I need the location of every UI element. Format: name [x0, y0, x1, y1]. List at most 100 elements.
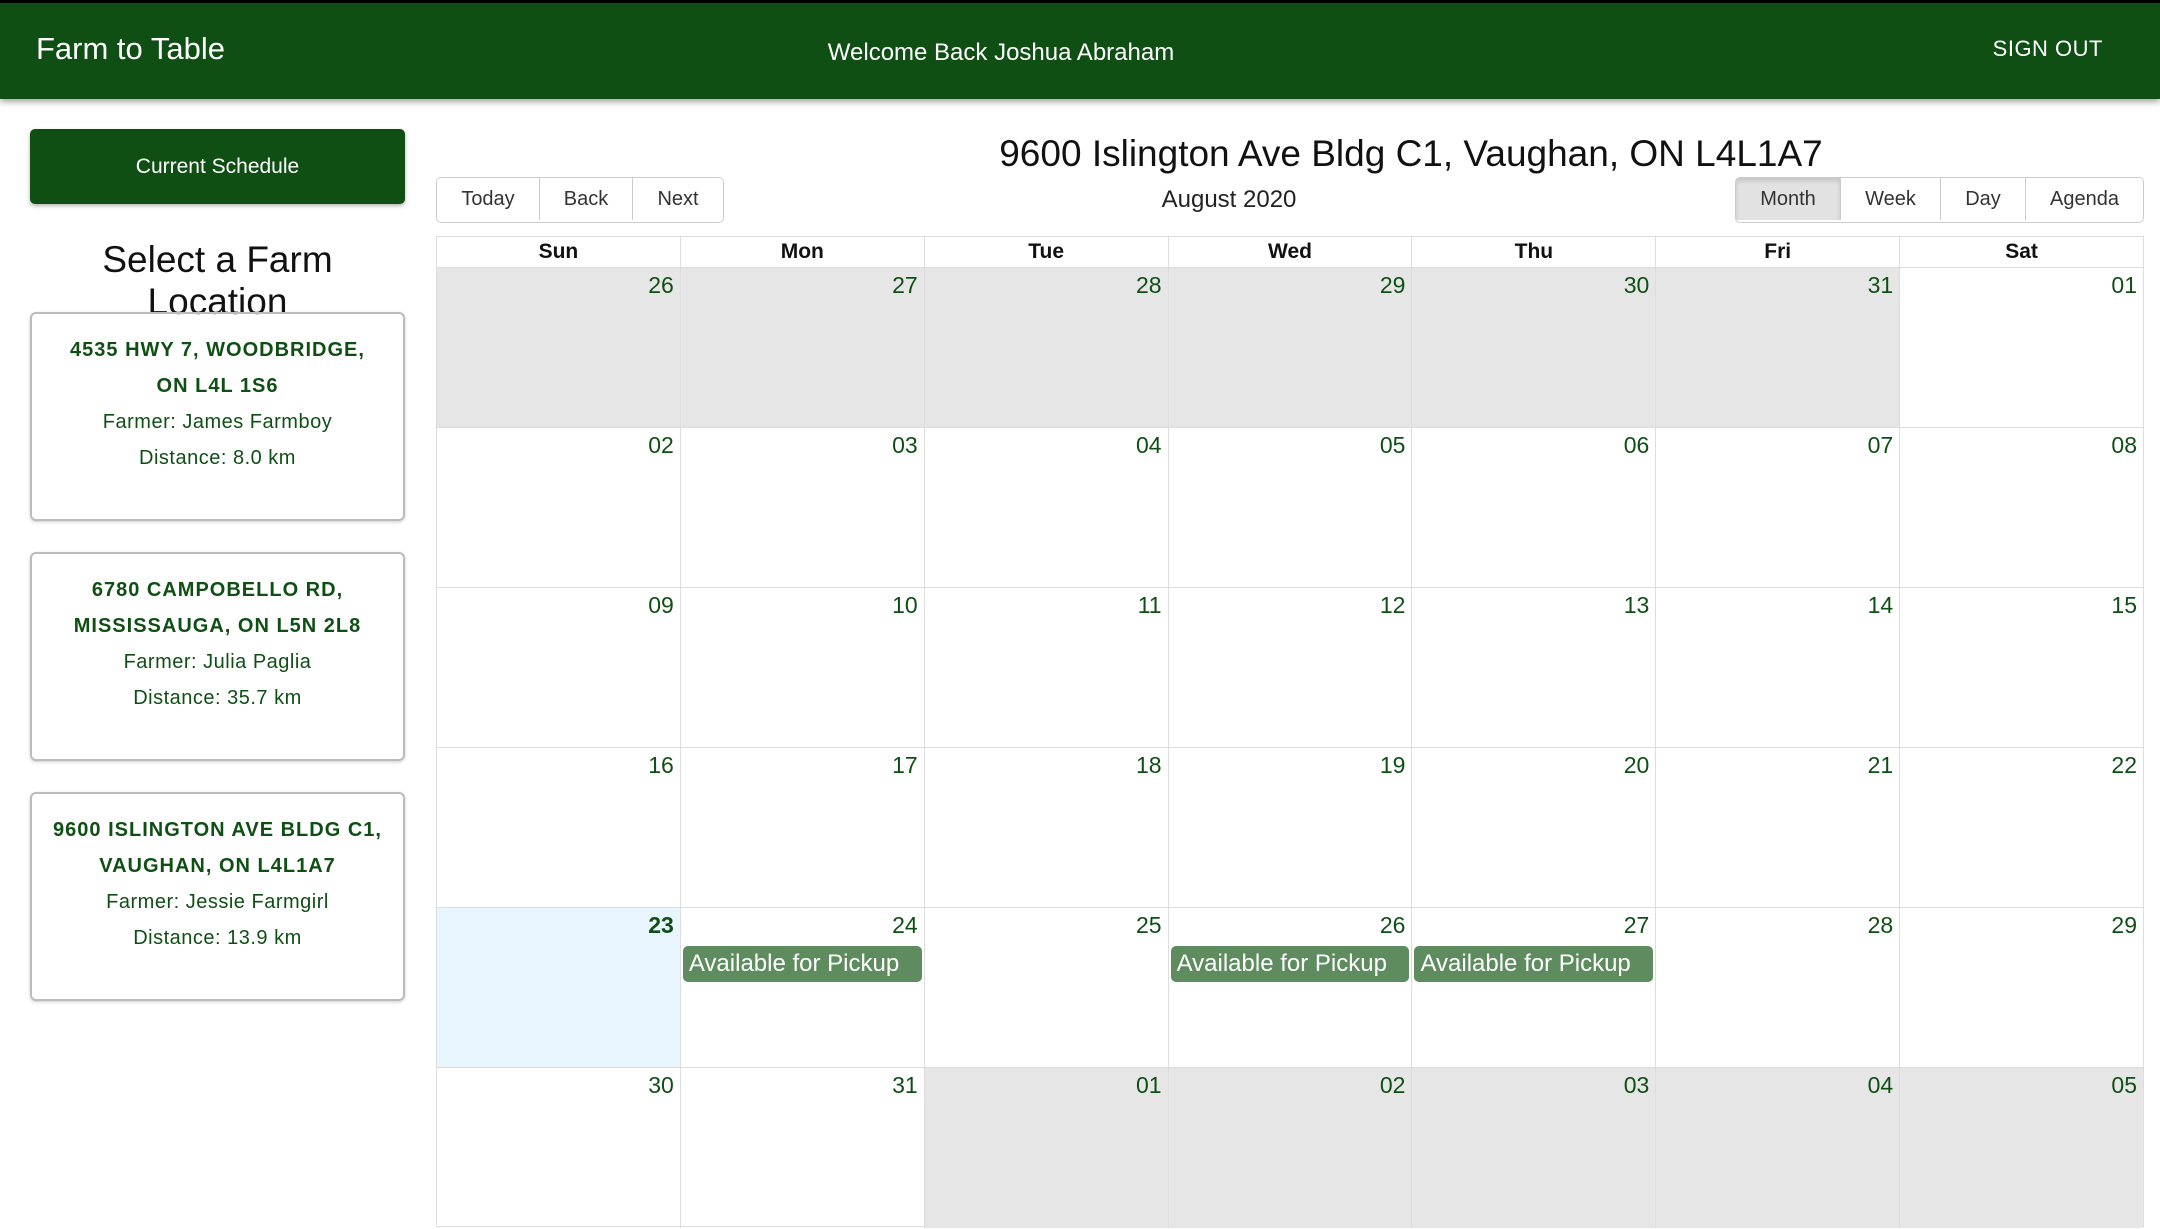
- calendar-day-cell[interactable]: 27: [679, 268, 924, 428]
- calendar-day-cell[interactable]: 04: [923, 428, 1168, 588]
- day-number[interactable]: 22: [2111, 752, 2137, 779]
- day-number[interactable]: 30: [1624, 272, 1650, 299]
- day-number[interactable]: 18: [1136, 752, 1162, 779]
- calendar-week-row: 16 17 18 19 20 21 22: [437, 747, 2143, 908]
- calendar-day-cell[interactable]: 10: [679, 588, 924, 748]
- calendar-day-cell[interactable]: 17: [679, 748, 924, 908]
- calendar-day-cell[interactable]: 26: [437, 268, 680, 428]
- day-number[interactable]: 16: [648, 752, 674, 779]
- day-number[interactable]: 21: [1868, 752, 1894, 779]
- day-number[interactable]: 24: [892, 912, 918, 939]
- calendar-day-cell[interactable]: 01: [923, 1068, 1168, 1228]
- calendar-day-cell[interactable]: 12: [1167, 588, 1412, 748]
- calendar-day-cell[interactable]: 20: [1411, 748, 1655, 908]
- calendar-day-cell[interactable]: 07: [1655, 428, 1899, 588]
- calendar-day-cell[interactable]: 19: [1167, 748, 1412, 908]
- calendar-day-cell[interactable]: 26 Available for Pickup: [1167, 908, 1412, 1068]
- view-week-button[interactable]: Week: [1841, 178, 1941, 220]
- day-number[interactable]: 29: [1380, 272, 1406, 299]
- calendar-day-cell[interactable]: 14: [1655, 588, 1899, 748]
- sign-out-button[interactable]: SIGN OUT: [1993, 36, 2103, 62]
- day-number[interactable]: 14: [1868, 592, 1894, 619]
- day-number[interactable]: 15: [2111, 592, 2137, 619]
- farm-address: 6780 CAMPOBELLO RD, MISSISSAUGA, ON L5N …: [73, 579, 362, 637]
- day-number[interactable]: 09: [648, 592, 674, 619]
- day-number[interactable]: 03: [1624, 1072, 1650, 1099]
- day-number[interactable]: 13: [1624, 592, 1650, 619]
- day-number[interactable]: 23: [648, 912, 674, 939]
- day-number[interactable]: 07: [1868, 432, 1894, 459]
- calendar-day-cell[interactable]: 21: [1655, 748, 1899, 908]
- calendar-day-cell[interactable]: 05: [1899, 1068, 2144, 1228]
- farm-card-mississauga[interactable]: 6780 CAMPOBELLO RD, MISSISSAUGA, ON L5N …: [30, 552, 405, 761]
- calendar-day-cell[interactable]: 31: [679, 1068, 924, 1228]
- calendar-day-cell[interactable]: 03: [1411, 1068, 1656, 1228]
- day-number[interactable]: 11: [1138, 592, 1162, 619]
- day-number[interactable]: 08: [2111, 432, 2137, 459]
- day-number[interactable]: 02: [648, 432, 674, 459]
- calendar-day-cell[interactable]: 24 Available for Pickup: [679, 908, 924, 1068]
- day-number[interactable]: 27: [892, 272, 918, 299]
- day-number[interactable]: 26: [1380, 912, 1406, 939]
- view-day-button[interactable]: Day: [1941, 178, 2026, 220]
- calendar-day-cell[interactable]: 03: [679, 428, 924, 588]
- pickup-event[interactable]: Available for Pickup: [1170, 946, 1410, 982]
- calendar-day-cell[interactable]: 18: [923, 748, 1168, 908]
- farm-card-vaughan[interactable]: 9600 ISLINGTON AVE BLDG C1, VAUGHAN, ON …: [30, 792, 405, 1001]
- calendar-day-cell[interactable]: 15: [1899, 588, 2143, 748]
- calendar-day-cell[interactable]: 01: [1899, 268, 2143, 428]
- calendar-day-cell[interactable]: 04: [1655, 1068, 1900, 1228]
- day-number[interactable]: 30: [648, 1072, 674, 1099]
- day-number[interactable]: 26: [648, 272, 674, 299]
- day-number[interactable]: 31: [1868, 272, 1894, 299]
- calendar-day-cell[interactable]: 22: [1899, 748, 2143, 908]
- calendar-day-cell[interactable]: 02: [1167, 1068, 1412, 1228]
- calendar-day-cell[interactable]: 30: [1411, 268, 1656, 428]
- day-number[interactable]: 10: [892, 592, 918, 619]
- calendar-day-cell[interactable]: 28: [1655, 908, 1899, 1068]
- calendar-day-cell[interactable]: 05: [1167, 428, 1412, 588]
- calendar-day-cell[interactable]: 29: [1167, 268, 1412, 428]
- calendar-day-cell[interactable]: 16: [437, 748, 680, 908]
- month-calendar-grid: Sun Mon Tue Wed Thu Fri Sat 26 27 28 29 30 31…: [436, 236, 2144, 1228]
- calendar-day-cell[interactable]: 09: [437, 588, 680, 748]
- day-number[interactable]: 01: [2111, 272, 2137, 299]
- day-number[interactable]: 03: [892, 432, 918, 459]
- calendar-day-cell[interactable]: 11: [923, 588, 1168, 748]
- calendar-day-cell[interactable]: 30: [437, 1068, 680, 1228]
- calendar-day-cell[interactable]: 06: [1411, 428, 1655, 588]
- day-number[interactable]: 04: [1136, 432, 1162, 459]
- current-schedule-button[interactable]: Current Schedule: [30, 129, 405, 204]
- calendar-day-cell[interactable]: 27 Available for Pickup: [1411, 908, 1655, 1068]
- calendar-day-cell[interactable]: 25: [923, 908, 1168, 1068]
- calendar-day-cell[interactable]: 29: [1899, 908, 2143, 1068]
- view-month-button[interactable]: Month: [1736, 178, 1841, 220]
- day-number[interactable]: 19: [1380, 752, 1406, 779]
- day-number[interactable]: 25: [1136, 912, 1162, 939]
- day-number[interactable]: 28: [1136, 272, 1162, 299]
- day-number[interactable]: 02: [1380, 1072, 1406, 1099]
- calendar-day-cell[interactable]: 08: [1899, 428, 2143, 588]
- day-number[interactable]: 17: [892, 752, 918, 779]
- day-number[interactable]: 27: [1624, 912, 1650, 939]
- calendar-day-cell[interactable]: 13: [1411, 588, 1655, 748]
- day-number[interactable]: 04: [1868, 1072, 1894, 1099]
- calendar-day-cell[interactable]: 31: [1655, 268, 1900, 428]
- calendar-day-cell-today[interactable]: 23: [437, 908, 680, 1068]
- day-number[interactable]: 06: [1624, 432, 1650, 459]
- day-number[interactable]: 20: [1624, 752, 1650, 779]
- pickup-event[interactable]: Available for Pickup: [1414, 946, 1654, 982]
- day-number[interactable]: 05: [1380, 432, 1406, 459]
- day-number[interactable]: 05: [2111, 1072, 2137, 1099]
- day-number[interactable]: 31: [892, 1072, 918, 1099]
- pickup-event[interactable]: Available for Pickup: [682, 946, 922, 982]
- day-number[interactable]: 12: [1380, 592, 1406, 619]
- day-number[interactable]: 29: [2111, 912, 2137, 939]
- view-agenda-button[interactable]: Agenda: [2026, 178, 2143, 220]
- calendar-day-cell[interactable]: 28: [923, 268, 1168, 428]
- day-number[interactable]: 28: [1868, 912, 1894, 939]
- calendar-day-cell[interactable]: 02: [437, 428, 680, 588]
- day-number[interactable]: 01: [1136, 1072, 1162, 1099]
- farm-card-woodbridge[interactable]: 4535 HWY 7, WOODBRIDGE, ON L4L 1S6 Farme…: [30, 312, 405, 521]
- calendar-location-title: 9600 Islington Ave Bldg C1, Vaughan, ON …: [999, 133, 1823, 174]
